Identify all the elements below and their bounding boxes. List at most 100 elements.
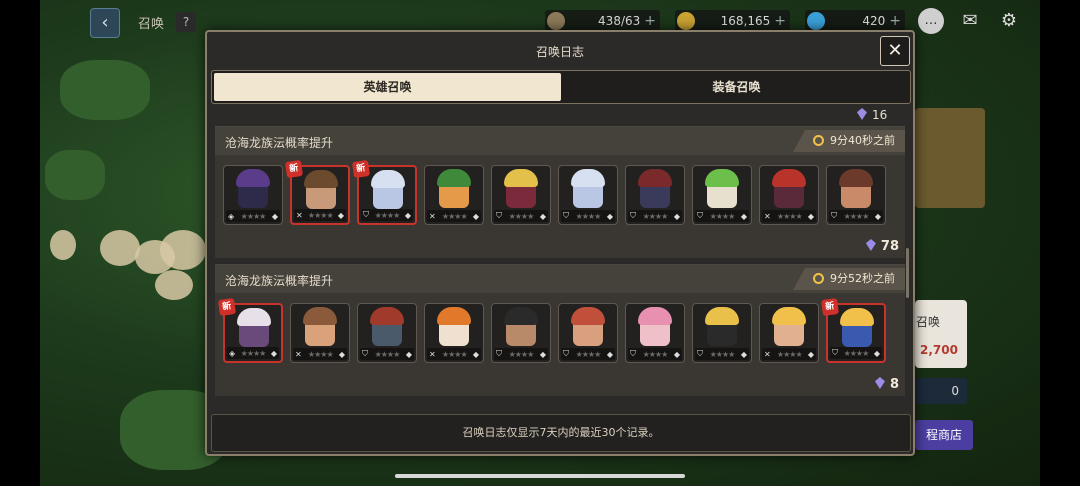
star-rating-icon: ★★★★ [508, 211, 535, 221]
stamina-icon [547, 12, 565, 30]
hero-class-icon: ⛉ [697, 211, 703, 220]
hero-info-bar: ⛉ ★★★★ ◆ [829, 210, 883, 222]
hero-card[interactable]: ✕ ★★★★ ◆ [424, 165, 484, 225]
close-button[interactable]: ✕ [880, 36, 910, 66]
element-icon: ◆ [740, 211, 747, 221]
hero-hair [772, 307, 806, 325]
help-button[interactable]: ? [176, 12, 196, 32]
element-icon: ◆ [673, 211, 680, 221]
add-gems-icon[interactable]: + [889, 13, 905, 29]
element-icon: ◆ [338, 349, 345, 359]
hero-class-icon: ⛉ [496, 349, 502, 358]
hero-list: ◈ ★★★★ ◆ ✕ ★★★★ ◆ 新 ⛉ ★★★★ ◆ 新 ✕ ★★★★ ◆ ⛉ ★★★★ ◆ ⛉ ★★★★ ◆ ⛉ ★… [223, 159, 886, 225]
hero-hair [772, 169, 806, 187]
element-icon: ◆ [807, 349, 814, 359]
hero-hair [437, 169, 471, 187]
featured-banner[interactable] [915, 108, 985, 208]
log-footer-note: 召唤日志仅显示7天内的最近30个记录。 [211, 414, 911, 452]
hero-card[interactable]: ✕ ★★★★ ◆ 新 [284, 159, 350, 225]
chat-icon[interactable]: … [918, 8, 944, 34]
shop-button[interactable]: 程商店 [915, 420, 973, 450]
hero-card[interactable]: ⛉ ★★★★ ◆ 新 [820, 297, 886, 363]
record-title: 沧海龙族沄概率提升 [225, 136, 334, 150]
star-rating-icon: ★★★★ [240, 211, 267, 221]
add-stamina-icon[interactable]: + [644, 13, 660, 29]
hero-info-bar: ⛉ ★★★★ ◆ [628, 210, 682, 222]
hero-card[interactable]: ⛉ ★★★★ ◆ [692, 165, 752, 225]
hero-card[interactable]: ⛉ ★★★★ ◆ [357, 303, 417, 363]
hero-card[interactable]: ⛉ ★★★★ ◆ [491, 165, 551, 225]
star-rating-icon: ★★★★ [709, 349, 736, 359]
mail-icon[interactable]: ✉ [957, 8, 983, 34]
element-icon: ◆ [539, 349, 546, 359]
tab-equipment-summon[interactable]: 装备召唤 [563, 71, 910, 103]
diamond-icon [807, 12, 825, 30]
tab-hero-summon[interactable]: 英雄召唤 [214, 73, 561, 101]
summon-button[interactable] [915, 300, 967, 368]
hero-card[interactable]: ⛉ ★★★★ ◆ [558, 165, 618, 225]
hero-card[interactable]: ⛉ ★★★★ ◆ [558, 303, 618, 363]
dialog-title: 召唤日志 [535, 45, 584, 59]
gear-icon[interactable]: ⚙ [996, 8, 1022, 34]
hero-card[interactable]: ◈ ★★★★ ◆ [223, 165, 283, 225]
hero-info-bar: ◈ ★★★★ ◆ [227, 347, 279, 359]
record-cost: 8 [874, 377, 899, 392]
log-record: 沧海龙族沄概率提升 9分52秒之前 ◈ ★★★★ ◆ 新 ✕ ★★★★ ◆ ⛉ ★★★★ ◆ ✕ ★★… [215, 264, 905, 396]
hero-hair [571, 307, 605, 325]
home-indicator[interactable] [395, 474, 685, 478]
hero-hair [839, 169, 873, 187]
star-rating-icon: ★★★★ [575, 349, 602, 359]
page-title: 召唤 [138, 17, 165, 32]
summon-count: 0 [915, 378, 967, 404]
hero-info-bar: ✕ ★★★★ ◆ [294, 209, 346, 221]
star-rating-icon: ★★★★ [642, 349, 669, 359]
record-cost: 78 [865, 239, 899, 254]
hero-hair [840, 308, 874, 326]
hero-class-icon: ⛉ [363, 210, 369, 219]
hero-hair [705, 307, 739, 325]
element-icon: ◆ [606, 211, 613, 221]
hero-card[interactable]: ✕ ★★★★ ◆ [424, 303, 484, 363]
hero-card[interactable]: ⛉ ★★★★ ◆ [625, 303, 685, 363]
hero-card[interactable]: ⛉ ★★★★ ◆ 新 [351, 159, 417, 225]
hero-hair [504, 169, 538, 187]
log-record: 沧海龙族沄概率提升 9分40秒之前 ◈ ★★★★ ◆ ✕ ★★★★ ◆ 新 ⛉ ★★★★ ◆ 新 ✕ ★… [215, 126, 905, 258]
hero-card[interactable]: ✕ ★★★★ ◆ [759, 165, 819, 225]
scrollbar[interactable] [906, 248, 909, 298]
star-rating-icon: ★★★★ [508, 349, 535, 359]
hero-card[interactable]: ◈ ★★★★ ◆ 新 [217, 297, 283, 363]
hero-card[interactable]: ✕ ★★★★ ◆ [759, 303, 819, 363]
element-icon: ◆ [472, 211, 479, 221]
summon-log-dialog: 召唤日志 ✕ 英雄召唤 装备召唤 16 沧海龙族沄概率提升 9分40秒之前 ◈ ★… [205, 30, 915, 456]
hero-info-bar: ✕ ★★★★ ◆ [762, 348, 816, 360]
element-icon: ◆ [539, 211, 546, 221]
hero-info-bar: ✕ ★★★★ ◆ [762, 210, 816, 222]
star-rating-icon: ★★★★ [642, 211, 669, 221]
gem-counter: 420 + [805, 10, 905, 32]
hero-class-icon: ⛉ [563, 211, 569, 220]
star-rating-icon: ★★★★ [776, 211, 803, 221]
hero-card[interactable]: ⛉ ★★★★ ◆ [625, 165, 685, 225]
hero-class-icon: ⛉ [563, 349, 569, 358]
hero-card[interactable]: ⛉ ★★★★ ◆ [491, 303, 551, 363]
crystal-icon [874, 377, 885, 389]
star-rating-icon: ★★★★ [843, 211, 870, 221]
log-list[interactable]: 16 沧海龙族沄概率提升 9分40秒之前 ◈ ★★★★ ◆ ✕ ★★★★ ◆ 新 ⛉ ★★★★ ◆… [211, 108, 911, 412]
back-button[interactable]: ‹ [90, 8, 120, 38]
element-icon: ◆ [271, 211, 278, 221]
hero-info-bar: ⛉ ★★★★ ◆ [561, 348, 615, 360]
hero-card[interactable]: ⛉ ★★★★ ◆ [692, 303, 752, 363]
new-badge: 新 [284, 159, 304, 179]
hero-info-bar: ⛉ ★★★★ ◆ [360, 348, 414, 360]
star-rating-icon: ★★★★ [307, 210, 334, 220]
hero-hair [304, 170, 338, 188]
hero-hair [236, 169, 270, 187]
star-rating-icon: ★★★★ [374, 210, 401, 220]
clock-icon [813, 135, 824, 146]
hero-class-icon: ✕ [764, 349, 771, 359]
hero-hair [638, 169, 672, 187]
hero-card[interactable]: ⛉ ★★★★ ◆ [826, 165, 886, 225]
add-gold-icon[interactable]: + [774, 13, 790, 29]
hero-card[interactable]: ✕ ★★★★ ◆ [290, 303, 350, 363]
new-badge: 新 [820, 297, 840, 317]
